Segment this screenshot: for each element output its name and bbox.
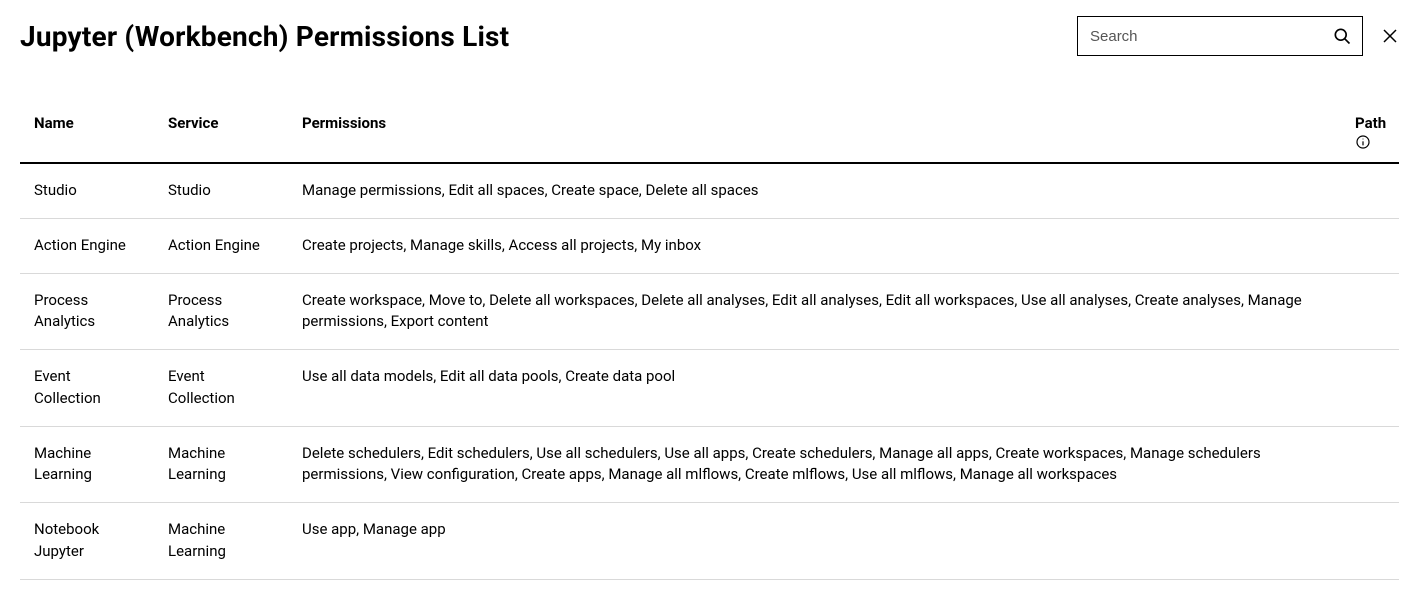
cell-path	[1341, 426, 1399, 503]
search-input[interactable]	[1078, 17, 1362, 55]
cell-name: Action Engine	[20, 218, 154, 273]
cell-path	[1341, 163, 1399, 218]
column-header-name[interactable]: Name	[20, 106, 154, 163]
page-title: Jupyter (Workbench) Permissions List	[20, 20, 509, 53]
table-row[interactable]: Notebook Jupyter Machine Learning Use ap…	[20, 503, 1399, 580]
search-icon[interactable]	[1332, 26, 1352, 46]
cell-service: Process Analytics	[154, 273, 288, 350]
table-header-row: Name Service Permissions Path	[20, 106, 1399, 163]
table-row[interactable]: Process Analytics Process Analytics Crea…	[20, 273, 1399, 350]
cell-name: Process Analytics	[20, 273, 154, 350]
cell-service: Action Engine	[154, 218, 288, 273]
cell-name: Event Collection	[20, 350, 154, 427]
cell-path	[1341, 273, 1399, 350]
column-header-service[interactable]: Service	[154, 106, 288, 163]
cell-path	[1341, 350, 1399, 427]
cell-service: Machine Learning	[154, 503, 288, 580]
cell-path	[1341, 503, 1399, 580]
cell-service: Machine Learning	[154, 426, 288, 503]
cell-permissions: Create projects, Manage skills, Access a…	[288, 218, 1341, 273]
cell-permissions: Create workspace, Move to, Delete all wo…	[288, 273, 1341, 350]
cell-name: Machine Learning	[20, 426, 154, 503]
column-header-permissions[interactable]: Permissions	[288, 106, 1341, 163]
table-row[interactable]: Studio Studio Manage permissions, Edit a…	[20, 163, 1399, 218]
table-row[interactable]: Machine Learning Machine Learning Delete…	[20, 426, 1399, 503]
search-field[interactable]	[1077, 16, 1363, 56]
cell-path	[1341, 218, 1399, 273]
table-row[interactable]: Action Engine Action Engine Create proje…	[20, 218, 1399, 273]
column-header-path[interactable]: Path	[1341, 106, 1399, 163]
cell-permissions: Use app, Manage app	[288, 503, 1341, 580]
cell-name: Studio	[20, 163, 154, 218]
close-icon[interactable]	[1381, 27, 1399, 45]
cell-service: Studio	[154, 163, 288, 218]
cell-permissions: Manage permissions, Edit all spaces, Cre…	[288, 163, 1341, 218]
cell-permissions: Use all data models, Edit all data pools…	[288, 350, 1341, 427]
cell-name: Notebook Jupyter	[20, 503, 154, 580]
cell-permissions: Delete schedulers, Edit schedulers, Use …	[288, 426, 1341, 503]
cell-service: Event Collection	[154, 350, 288, 427]
permissions-table: Name Service Permissions Path	[20, 106, 1399, 580]
info-icon[interactable]	[1355, 134, 1371, 150]
table-row[interactable]: Event Collection Event Collection Use al…	[20, 350, 1399, 427]
column-header-path-label: Path	[1355, 114, 1386, 132]
